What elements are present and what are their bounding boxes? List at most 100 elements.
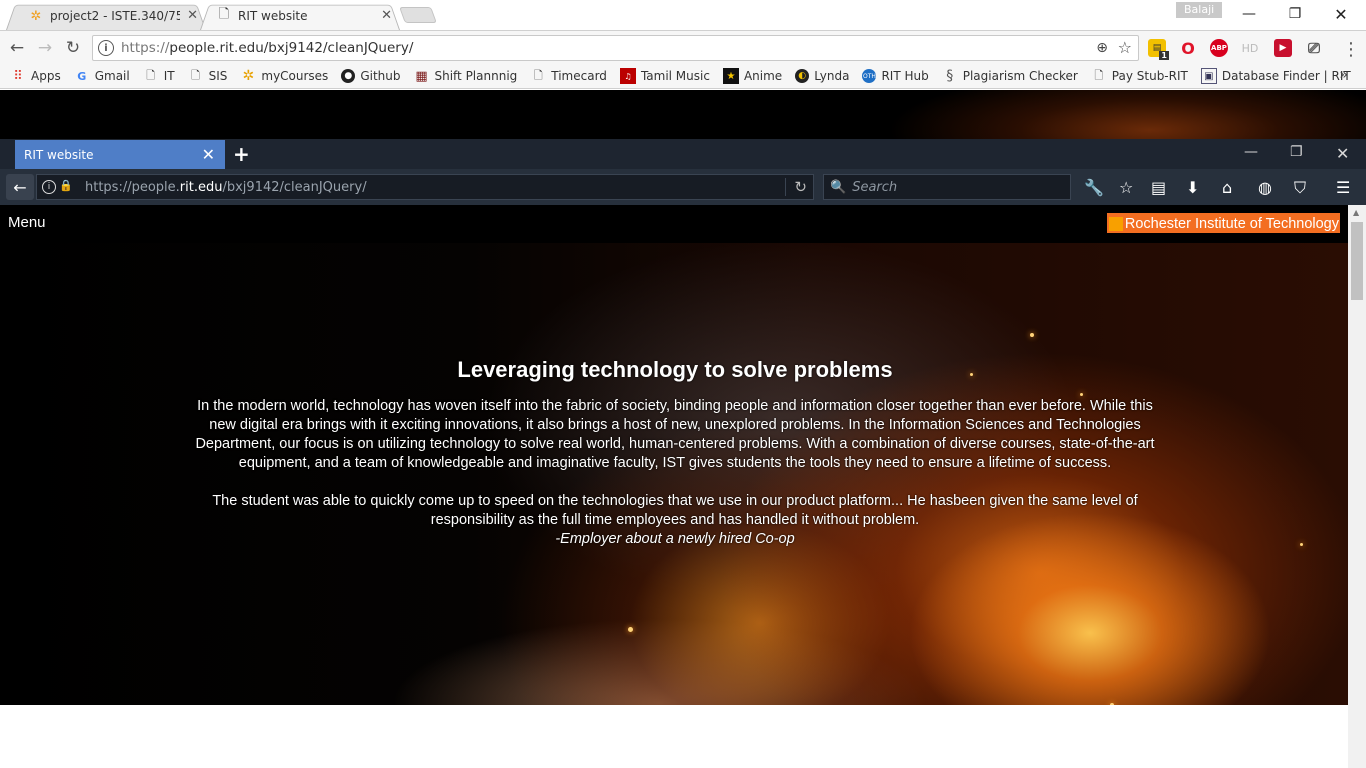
rit-hub-icon: OTH	[862, 69, 877, 83]
bookmark-timecard[interactable]: 🗋 Timecard	[530, 68, 607, 84]
rit-logo-icon	[1108, 216, 1123, 231]
music-icon: ♫	[619, 68, 636, 84]
restore-icon[interactable]: ❐	[1290, 144, 1303, 160]
profile-name[interactable]: Balaji	[1176, 2, 1223, 18]
scrollbar-thumb[interactable]	[1351, 222, 1363, 300]
hamburger-menu-icon[interactable]: ☰	[1336, 178, 1350, 197]
document-icon: 🗋	[191, 68, 201, 82]
opera-icon[interactable]: O	[1179, 39, 1197, 58]
bookmark-label: Apps	[31, 69, 61, 83]
bookmark-star-icon[interactable]: ☆	[1118, 38, 1132, 57]
firefox-titlebar: RIT website ✕ + — ❐ ✕	[0, 139, 1366, 169]
gear-asterisk-icon: ✲	[30, 8, 42, 24]
bookmark-label: Lynda	[814, 69, 850, 83]
bookmark-pay-stub[interactable]: 🗋 Pay Stub-RIT	[1091, 68, 1188, 84]
download-arrow-icon[interactable]: ⬇	[1186, 178, 1199, 197]
library-icon[interactable]: ▤	[1151, 178, 1166, 197]
lynda-icon: ◐	[795, 69, 810, 83]
home-icon[interactable]: ⌂	[1222, 178, 1232, 197]
firefox-url-bar[interactable]: i 🔒 https://people.rit.edu/bxj9142/clean…	[36, 174, 814, 200]
close-window-icon[interactable]: ✕	[1336, 144, 1349, 163]
web-page: Menu Rochester Institute of Technology L…	[0, 205, 1348, 705]
warning-lock-icon[interactable]: 🔒	[59, 179, 73, 192]
minimize-icon[interactable]: —	[1244, 144, 1258, 160]
info-icon[interactable]: i	[42, 180, 56, 194]
minimize-icon[interactable]: —	[1226, 2, 1272, 26]
search-placeholder: Search	[852, 179, 898, 195]
chrome-tab-rit-website[interactable]: 🗋 RIT website ✕	[200, 2, 400, 30]
restore-icon[interactable]: ❐	[1272, 2, 1318, 26]
forward-arrow-icon[interactable]: →	[34, 38, 56, 58]
extension-notes-icon[interactable]: ▤ 1	[1148, 39, 1169, 60]
bookmark-github[interactable]: ● Github	[341, 69, 400, 83]
back-arrow-icon[interactable]: ←	[6, 38, 28, 58]
fire-spark	[1030, 333, 1034, 337]
hd-extension-icon[interactable]: HD	[1241, 39, 1259, 57]
close-tab-icon[interactable]: ✕	[381, 8, 392, 23]
bookmark-plagiarism-checker[interactable]: § Plagiarism Checker	[942, 68, 1078, 84]
chrome-menu-icon[interactable]: ⋮	[1342, 39, 1360, 60]
bookmark-label: Anime	[743, 69, 783, 83]
bookmark-label: Github	[360, 69, 401, 83]
firefox-url-text[interactable]: https://people.rit.edu/bxj9142/cleanJQue…	[85, 180, 367, 195]
reload-icon[interactable]: ↻	[62, 38, 84, 58]
firefox-search-box[interactable]: 🔍 Search	[823, 174, 1071, 200]
bookmark-anime[interactable]: ★ Anime	[722, 68, 783, 84]
bookmark-label: Gmail	[94, 69, 130, 83]
bookmark-mycourses[interactable]: ✲ myCourses	[240, 68, 329, 84]
hero-paragraph: In the modern world, technology has wove…	[195, 398, 1155, 471]
bookmark-label: IT	[163, 69, 175, 83]
firefox-tab-rit-website[interactable]: RIT website ✕	[15, 140, 225, 169]
url-prefix: https://people.	[85, 180, 180, 195]
bookmark-rit-hub[interactable]: OTH RIT Hub	[862, 69, 929, 83]
page-scrollbar[interactable]: ▲	[1348, 205, 1366, 768]
google-icon: G	[77, 69, 87, 83]
back-arrow-icon[interactable]: ←	[6, 174, 34, 200]
bookmark-shift-planning[interactable]: ▦ Shift Plannnig	[413, 68, 517, 84]
document-icon: 🗋	[146, 68, 156, 82]
bookmarks-overflow-icon[interactable]: »	[1339, 67, 1348, 83]
address-url[interactable]: https://people.rit.edu/bxj9142/cleanJQue…	[121, 40, 413, 56]
bookmark-tamil-music[interactable]: ♫ Tamil Music	[619, 68, 710, 84]
wrench-icon[interactable]: 🔧	[1084, 178, 1104, 197]
close-tab-icon[interactable]: ✕	[202, 145, 215, 164]
page-navbar: Menu Rochester Institute of Technology	[0, 205, 1348, 243]
close-window-icon[interactable]: ✕	[1318, 2, 1364, 26]
fire-spark	[1300, 543, 1303, 546]
zoom-icon[interactable]: ⊕	[1096, 40, 1108, 56]
scroll-up-arrow-icon[interactable]: ▲	[1353, 208, 1359, 217]
info-icon[interactable]: i	[98, 40, 114, 56]
chrome-tab-project2[interactable]: ✲ project2 - ISTE.340/754.0 ✕	[6, 2, 206, 30]
asterisk-icon: ✲	[242, 68, 255, 84]
bookmark-gmail[interactable]: G Gmail	[74, 68, 130, 84]
bookmark-database-finder[interactable]: ▣ Database Finder | RIT	[1200, 68, 1351, 84]
new-tab-plus-icon[interactable]: +	[233, 142, 250, 166]
close-tab-icon[interactable]: ✕	[187, 8, 198, 23]
calendar-icon: ▦	[415, 68, 428, 84]
bookmarks-bar: ⠿ Apps G Gmail 🗋 IT 🗋 SIS ✲ myCourses ● Github…	[0, 64, 1366, 89]
cast-icon[interactable]: ⎚	[1305, 39, 1323, 57]
bookmark-apps[interactable]: ⠿ Apps	[10, 68, 61, 84]
chrome-tab-strip: ✲ project2 - ISTE.340/754.0 ✕ 🗋 RIT webs…	[0, 0, 1366, 30]
adblock-plus-icon[interactable]: ABP	[1210, 39, 1228, 57]
rit-badge[interactable]: Rochester Institute of Technology	[1106, 213, 1340, 233]
bookmark-star-icon[interactable]: ☆	[1119, 178, 1133, 197]
video-extension-icon[interactable]: ▶	[1274, 39, 1292, 57]
fire-spark	[1110, 703, 1114, 705]
plagiarism-icon: §	[946, 68, 954, 84]
bookmark-lynda[interactable]: ◐ Lynda	[795, 69, 849, 83]
document-icon: 🗋	[218, 7, 230, 22]
globe-icon[interactable]: ◍	[1258, 178, 1272, 197]
hero-text-block: Leveraging technology to solve problems …	[195, 357, 1155, 549]
chrome-viewport: RIT website ✕ + — ❐ ✕ ← i 🔒 https://peop…	[0, 90, 1366, 768]
menu-link[interactable]: Menu	[8, 214, 46, 231]
address-bar[interactable]: i https://people.rit.edu/bxj9142/cleanJQ…	[92, 35, 1139, 61]
pocket-icon[interactable]: ⛉	[1294, 178, 1306, 198]
chrome-toolbar: ← → ↻ i https://people.rit.edu/bxj9142/c…	[0, 30, 1366, 64]
search-icon: 🔍	[830, 179, 847, 195]
new-tab-button[interactable]	[399, 7, 437, 23]
bookmark-it[interactable]: 🗋 IT	[143, 68, 175, 84]
tab-title: project2 - ISTE.340/754.0	[50, 9, 180, 23]
bookmark-sis[interactable]: 🗋 SIS	[188, 68, 227, 84]
reload-icon[interactable]: ↻	[785, 178, 807, 196]
